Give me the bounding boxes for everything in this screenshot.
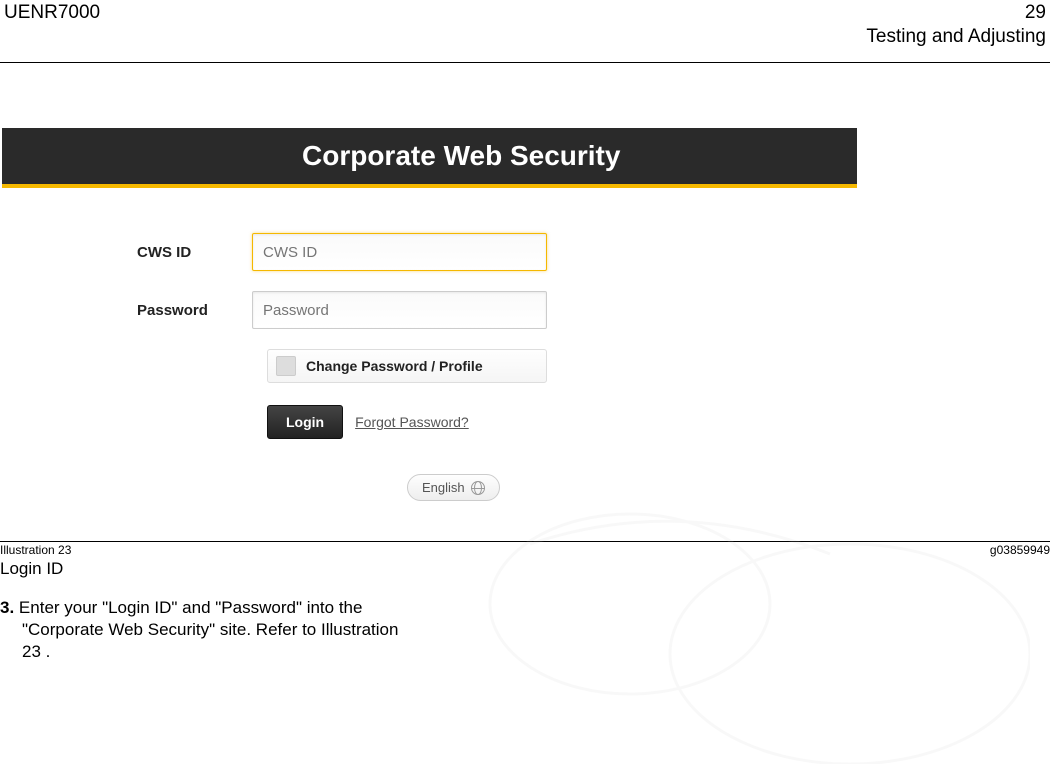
button-row: Login Forgot Password? bbox=[267, 405, 857, 439]
watermark-graphic bbox=[430, 484, 1030, 764]
illustration-number: Illustration 23 bbox=[0, 543, 71, 557]
doc-code: UENR7000 bbox=[4, 2, 100, 48]
language-selector[interactable]: English bbox=[407, 474, 500, 501]
password-input[interactable] bbox=[252, 291, 547, 329]
login-form: CWS ID Password Change Password / Profil… bbox=[2, 188, 857, 501]
page-header: UENR7000 29 Testing and Adjusting bbox=[0, 0, 1050, 48]
globe-icon bbox=[471, 481, 485, 495]
cws-id-row: CWS ID bbox=[2, 233, 857, 271]
header-divider bbox=[0, 62, 1050, 63]
illustration-caption: Login ID bbox=[0, 559, 1050, 579]
password-row: Password bbox=[2, 291, 857, 329]
cws-id-input[interactable] bbox=[252, 233, 547, 271]
language-row: English bbox=[407, 474, 857, 501]
login-button[interactable]: Login bbox=[267, 405, 343, 439]
change-password-label: Change Password / Profile bbox=[306, 358, 483, 374]
illustration-screenshot: Corporate Web Security CWS ID Password C… bbox=[2, 128, 857, 501]
step-line-1: Enter your "Login ID" and "Password" int… bbox=[19, 598, 363, 617]
step-line-2: "Corporate Web Security" site. Refer to … bbox=[0, 619, 480, 641]
language-label: English bbox=[422, 480, 465, 495]
header-right: 29 Testing and Adjusting bbox=[866, 2, 1046, 48]
step-number: 3. bbox=[0, 598, 14, 617]
change-password-toggle[interactable]: Change Password / Profile bbox=[267, 349, 547, 383]
step-3-text: 3. Enter your "Login ID" and "Password" … bbox=[0, 597, 480, 663]
graphic-code: g03859949 bbox=[990, 543, 1050, 557]
banner-title: Corporate Web Security bbox=[2, 128, 857, 188]
section-title: Testing and Adjusting bbox=[866, 26, 1046, 48]
forgot-password-link[interactable]: Forgot Password? bbox=[355, 414, 469, 430]
page-number: 29 bbox=[866, 2, 1046, 24]
cws-id-label: CWS ID bbox=[2, 244, 252, 261]
illustration-footer: Illustration 23 g03859949 bbox=[0, 541, 1050, 557]
password-label: Password bbox=[2, 302, 252, 319]
checkbox-icon bbox=[276, 356, 296, 376]
step-line-3: 23 . bbox=[0, 641, 480, 663]
